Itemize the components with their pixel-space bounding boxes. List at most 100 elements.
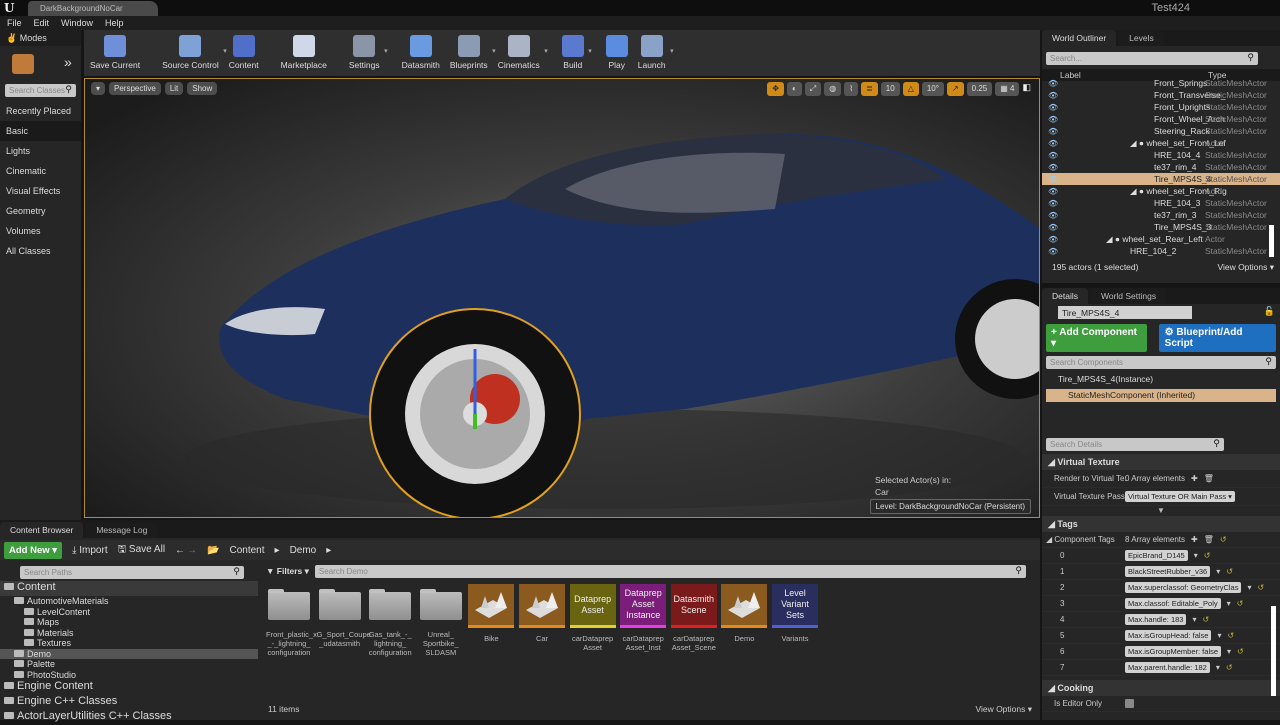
menu-edit[interactable]: Edit <box>34 18 50 28</box>
visibility-eye-icon[interactable]: 👁 <box>1048 115 1062 124</box>
mode-basic[interactable]: Basic <box>0 121 81 141</box>
folder-tree-item[interactable]: Materials <box>0 628 258 639</box>
search-components-input[interactable]: Search Components ⚲ <box>1046 356 1276 369</box>
scale-tool-icon[interactable]: ⤢ <box>804 82 822 96</box>
dropdown-arrow-icon[interactable]: ▾ <box>384 47 388 55</box>
toolbar-save-current-button[interactable]: Save Current <box>90 35 140 70</box>
asset-tile[interactable]: Front_plastic_x _-_lightning_ configurat… <box>266 584 317 657</box>
outliner-row[interactable]: 👁 te37_rim_3 StaticMeshActor <box>1042 209 1280 221</box>
reset-icon[interactable]: ↺ <box>1226 567 1233 576</box>
save-all-button[interactable]: 🖫 Save All <box>118 542 165 559</box>
folder-tree-item[interactable]: Textures <box>0 638 258 649</box>
visibility-eye-icon[interactable]: 👁 <box>1048 223 1062 232</box>
lock-icon[interactable]: 🔓 <box>1264 306 1275 317</box>
actor-name-input[interactable]: Tire_MPS4S_4 <box>1058 306 1192 319</box>
virtual-texture-pass-dropdown[interactable]: Virtual Texture OR Main Pass ▾ <box>1125 491 1235 502</box>
category-tags[interactable]: ◢ Tags <box>1042 516 1280 532</box>
filters-button[interactable]: ▼ Filters ▾ <box>266 566 309 577</box>
folder-tree-item[interactable]: Palette <box>0 659 258 670</box>
add-element-icon[interactable]: ✚ <box>1191 474 1198 483</box>
import-button[interactable]: ⤓ Import <box>72 545 108 556</box>
outliner-row[interactable]: 👁 Steering_Rack StaticMeshActor <box>1042 125 1280 137</box>
outliner-row[interactable]: 👁 Front_Transverse_ StaticMeshActor <box>1042 89 1280 101</box>
toolbar-source-control-button[interactable]: Source Control ▾ <box>162 35 227 70</box>
outliner-row[interactable]: 👁 ◢ ● wheel_set_Rear_Left Actor <box>1042 233 1280 245</box>
tag-input[interactable]: EpicBrand_D145 <box>1125 550 1188 561</box>
lit-button[interactable]: Lit <box>164 82 184 95</box>
outliner-row[interactable]: 👁 ◢ ● wheel_set_Front_Rig Actor <box>1042 185 1280 197</box>
document-tab[interactable]: DarkBackgroundNoCar <box>28 1 158 16</box>
visibility-eye-icon[interactable]: 👁 <box>1048 247 1062 256</box>
asset-tile[interactable]: Level Variant Sets Variants <box>772 584 818 643</box>
toolbar-datasmith-button[interactable]: Datasmith <box>402 35 440 70</box>
camera-speed[interactable]: ▦ 4 <box>995 82 1020 96</box>
reset-icon[interactable]: ↺ <box>1202 615 1209 624</box>
expand-chevron-icon[interactable]: » <box>64 54 72 70</box>
outliner-row[interactable]: 👁 te37_rim_4 StaticMeshActor <box>1042 161 1280 173</box>
tab-details[interactable]: Details <box>1042 288 1088 304</box>
asset-tile[interactable]: Demo <box>721 584 768 643</box>
outliner-row[interactable]: 👁 Front_Wheel_Arch StaticMeshActor <box>1042 113 1280 125</box>
dropdown-arrow-icon[interactable]: ▾ <box>223 47 227 55</box>
folder-tree-item[interactable]: Engine Content <box>0 680 258 695</box>
translate-tool-icon[interactable]: ✥ <box>767 82 784 96</box>
mode-volumes[interactable]: Volumes <box>0 221 81 241</box>
scale-snap-icon[interactable]: ↗ <box>946 82 964 96</box>
visibility-eye-icon[interactable]: 👁 <box>1048 103 1062 112</box>
folder-tree-item[interactable]: Maps <box>0 617 258 628</box>
menu-window[interactable]: Window <box>61 18 93 28</box>
advanced-expander-icon[interactable]: ▼ <box>1042 506 1280 516</box>
forward-icon[interactable]: → <box>187 545 197 556</box>
viewport-menu-button[interactable]: ▾ <box>91 82 106 95</box>
maximize-icon[interactable]: ◧ <box>1022 82 1031 96</box>
toolbar-settings-button[interactable]: Settings ▾ <box>349 35 388 70</box>
folder-tree-item[interactable]: LevelContent <box>0 607 258 618</box>
add-new-button[interactable]: Add New ▾ <box>4 541 63 559</box>
visibility-eye-icon[interactable]: 👁 <box>1048 199 1062 208</box>
toolbar-build-button[interactable]: Build ▾ <box>561 35 592 70</box>
asset-tile[interactable]: Unreal_ Sportbike_ SLDASM <box>418 584 464 657</box>
visibility-eye-icon[interactable]: 👁 <box>1048 187 1062 196</box>
search-details-input[interactable]: Search Details ⚲ <box>1046 438 1224 451</box>
tag-input[interactable]: Max.isGroupMember: false <box>1125 646 1222 657</box>
tag-input[interactable]: BlackStreetRubber_v36 <box>1125 566 1211 577</box>
visibility-eye-icon[interactable]: 👁 <box>1048 211 1062 220</box>
outliner-row[interactable]: 👁 HRE_104_4 StaticMeshActor <box>1042 149 1280 161</box>
folder-tree-item[interactable]: AutomotiveMaterials <box>0 596 258 607</box>
tag-dropdown-icon[interactable]: ▾ <box>1217 631 1221 640</box>
visibility-eye-icon[interactable]: 👁 <box>1048 127 1062 136</box>
reset-icon[interactable]: ↺ <box>1220 535 1227 544</box>
reset-icon[interactable]: ↺ <box>1204 551 1211 560</box>
level-viewport[interactable]: ▾ Perspective Lit Show ✥ ◐ ⤢ ◍ ⌇ ≣ 10 △ … <box>84 78 1040 518</box>
show-button[interactable]: Show <box>187 82 218 95</box>
visibility-eye-icon[interactable]: 👁 <box>1048 91 1062 100</box>
tab-message-log[interactable]: Message Log <box>86 522 158 538</box>
reset-icon[interactable]: ↺ <box>1237 647 1244 656</box>
tag-dropdown-icon[interactable]: ▾ <box>1194 551 1198 560</box>
tag-input[interactable]: Max.classof: Editable_Poly <box>1125 598 1221 609</box>
mode-recently-placed[interactable]: Recently Placed <box>0 101 81 121</box>
perspective-button[interactable]: Perspective <box>109 82 161 95</box>
toolbar-blueprints-button[interactable]: Blueprints ▾ <box>450 35 496 70</box>
dropdown-arrow-icon[interactable]: ▾ <box>588 47 592 55</box>
reset-icon[interactable]: ↺ <box>1226 663 1233 672</box>
back-icon[interactable]: ← <box>175 545 185 556</box>
visibility-eye-icon[interactable]: 👁 <box>1048 151 1062 160</box>
tag-input[interactable]: Max.isGroupHead: false <box>1125 630 1212 641</box>
mode-cinematic[interactable]: Cinematic <box>0 161 81 181</box>
static-mesh-component-row[interactable]: StaticMeshComponent (Inherited) <box>1046 389 1276 402</box>
mode-all-classes[interactable]: All Classes <box>0 241 81 261</box>
tag-input[interactable]: Max.parent.handle: 182 <box>1125 662 1210 673</box>
outliner-row[interactable]: 👁 HRE_104_3 StaticMeshActor <box>1042 197 1280 209</box>
world-local-icon[interactable]: ◍ <box>824 82 842 96</box>
tag-dropdown-icon[interactable]: ▾ <box>1216 567 1220 576</box>
search-paths-input[interactable]: Search Paths ⚲ <box>20 566 244 579</box>
tab-levels[interactable]: Levels <box>1119 30 1164 46</box>
mode-visual-effects[interactable]: Visual Effects <box>0 181 81 201</box>
mode-lights[interactable]: Lights <box>0 141 81 161</box>
menu-help[interactable]: Help <box>105 18 124 28</box>
toolbar-launch-button[interactable]: Launch ▾ <box>638 35 674 70</box>
tag-dropdown-icon[interactable]: ▾ <box>1216 663 1220 672</box>
asset-tile[interactable]: Dataprep Asset Instance carDataprep Asset… <box>620 584 667 652</box>
grid-snap-icon[interactable]: ≣ <box>861 82 878 96</box>
